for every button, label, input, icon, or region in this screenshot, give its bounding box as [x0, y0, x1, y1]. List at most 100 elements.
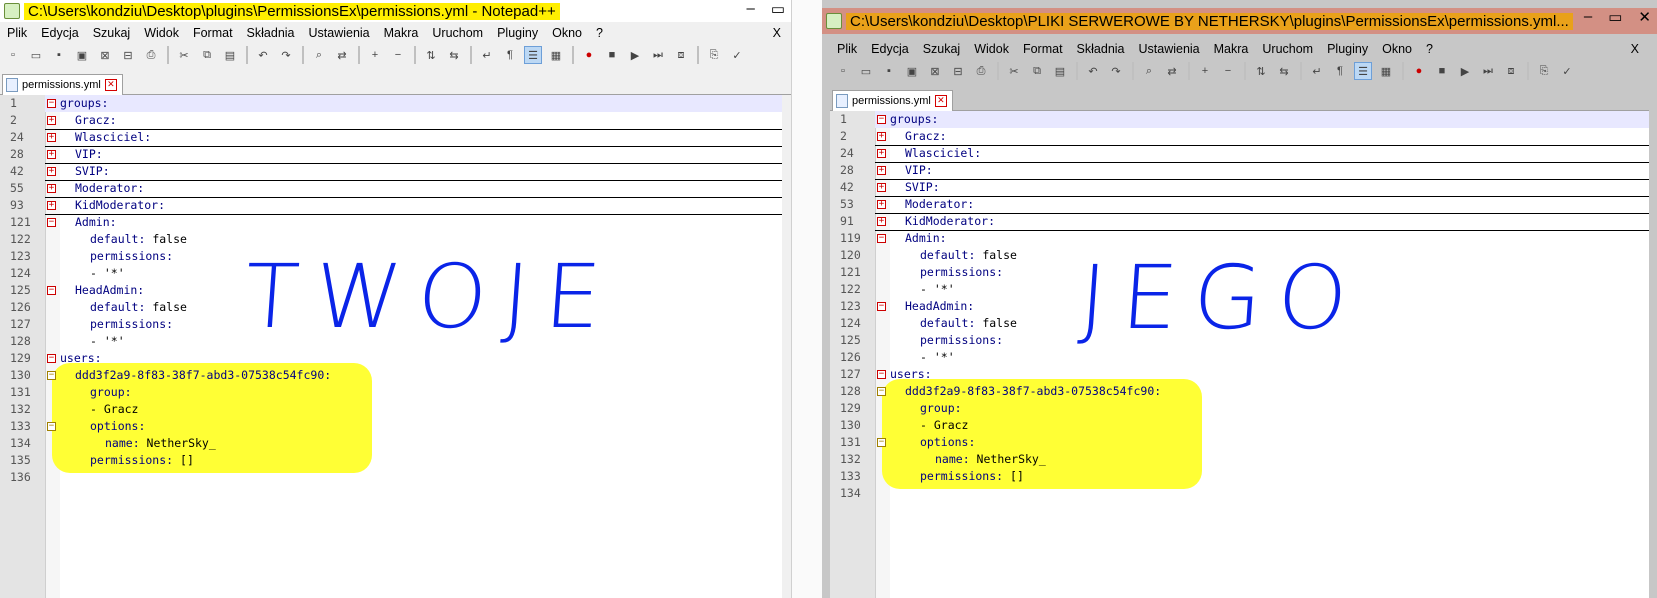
print-icon[interactable]: ⎙: [972, 62, 990, 80]
new-file-icon[interactable]: ▫: [834, 62, 852, 80]
fold-expand-icon[interactable]: +: [47, 184, 56, 193]
close-all-icon[interactable]: ⊟: [949, 62, 967, 80]
zoom-out-icon[interactable]: −: [389, 46, 407, 64]
fold-collapse-icon[interactable]: −: [47, 422, 56, 431]
save-all-icon[interactable]: ▣: [73, 46, 91, 64]
menu-okno[interactable]: Okno: [1375, 42, 1419, 56]
copy-icon[interactable]: ⧉: [198, 46, 216, 64]
code-line[interactable]: 2 + Gracz:: [830, 128, 1649, 146]
code-line[interactable]: 129− users:: [0, 350, 782, 367]
menu-edycja[interactable]: Edycja: [34, 26, 86, 40]
sync-h-icon[interactable]: ⇆: [445, 46, 463, 64]
code-line[interactable]: 121− Admin:: [0, 214, 782, 231]
fold-collapse-icon[interactable]: −: [47, 286, 56, 295]
zoom-in-icon[interactable]: +: [366, 46, 384, 64]
fold-expand-icon[interactable]: +: [877, 132, 886, 141]
code-line[interactable]: 129 group:: [830, 400, 1649, 417]
fold-collapse-icon[interactable]: −: [47, 354, 56, 363]
stop-macro-icon[interactable]: ■: [603, 46, 621, 64]
find-icon[interactable]: ⌕: [1140, 62, 1158, 80]
record-macro-icon[interactable]: ●: [1410, 62, 1428, 80]
menu-okno[interactable]: Okno: [545, 26, 589, 40]
run-macro-icon[interactable]: ⏭: [649, 46, 667, 64]
cut-icon[interactable]: ✂: [1005, 62, 1023, 80]
code-line[interactable]: 136: [0, 469, 782, 486]
fold-collapse-icon[interactable]: −: [47, 371, 56, 380]
save-all-icon[interactable]: ▣: [903, 62, 921, 80]
code-line[interactable]: 126 - '*': [830, 349, 1649, 366]
save-macro-icon[interactable]: ⧈: [1502, 62, 1520, 80]
menu-format[interactable]: Format: [1016, 42, 1070, 56]
code-line[interactable]: 128− ddd3f2a9-8f83-38f7-abd3-07538c54fc90…: [830, 383, 1649, 400]
fold-expand-icon[interactable]: +: [877, 149, 886, 158]
code-line[interactable]: 130 - Gracz: [830, 417, 1649, 434]
close-icon[interactable]: ⊠: [96, 46, 114, 64]
fold-expand-icon[interactable]: +: [47, 150, 56, 159]
save-macro-icon[interactable]: ⧈: [672, 46, 690, 64]
code-line[interactable]: 1− groups:: [830, 111, 1649, 128]
fold-collapse-icon[interactable]: −: [877, 234, 886, 243]
code-line[interactable]: 42 + SVIP:: [830, 179, 1649, 197]
menu-szukaj[interactable]: Szukaj: [916, 42, 968, 56]
code-line[interactable]: 24 + Wlasciciel:: [830, 145, 1649, 163]
paste-icon[interactable]: ▤: [1051, 62, 1069, 80]
menu-pluginy[interactable]: Pluginy: [490, 26, 545, 40]
notepad-window-left[interactable]: C:\Users\kondziu\Desktop\plugins\Permiss…: [0, 0, 791, 598]
code-line[interactable]: 1− groups:: [0, 95, 782, 112]
code-line[interactable]: 93 + KidModerator:: [0, 197, 782, 215]
replace-icon[interactable]: ⇄: [1163, 62, 1181, 80]
find-icon[interactable]: ⌕: [310, 46, 328, 64]
maximize-icon[interactable]: ▭: [1608, 8, 1622, 26]
code-line[interactable]: 131− options:: [830, 434, 1649, 451]
zoom-out-icon[interactable]: −: [1219, 62, 1237, 80]
menu-uruchom[interactable]: Uruchom: [425, 26, 490, 40]
menu-ustawienia[interactable]: Ustawienia: [1132, 42, 1207, 56]
launch-icon[interactable]: ⎘: [705, 46, 723, 64]
code-line[interactable]: 133 permissions: []: [830, 468, 1649, 485]
code-line[interactable]: 119− Admin:: [830, 230, 1649, 247]
close-tab-icon[interactable]: ✕: [934, 95, 947, 107]
code-line[interactable]: 53 + Moderator:: [830, 196, 1649, 214]
fold-expand-icon[interactable]: +: [47, 133, 56, 142]
code-line[interactable]: 132 name: NetherSky_: [830, 451, 1649, 468]
title-bar[interactable]: C:\Users\kondziu\Desktop\plugins\Permiss…: [0, 0, 791, 22]
doc-map-icon[interactable]: ▦: [547, 46, 565, 64]
replace-icon[interactable]: ⇄: [333, 46, 351, 64]
code-line[interactable]: 55 + Moderator:: [0, 180, 782, 198]
play-macro-icon[interactable]: ▶: [626, 46, 644, 64]
record-macro-icon[interactable]: ●: [580, 46, 598, 64]
close-document-button[interactable]: X: [1624, 42, 1649, 56]
fold-collapse-icon[interactable]: −: [877, 438, 886, 447]
fold-expand-icon[interactable]: +: [47, 201, 56, 210]
menu-skladnia[interactable]: Składnia: [240, 26, 302, 40]
close-tab-icon[interactable]: ✕: [104, 79, 117, 91]
menu-ustawienia[interactable]: Ustawienia: [302, 26, 377, 40]
tab-permissions-yml[interactable]: permissions.yml ✕: [2, 74, 123, 95]
wrap-icon[interactable]: ↵: [478, 46, 496, 64]
show-all-chars-icon[interactable]: ¶: [501, 46, 519, 64]
paste-icon[interactable]: ▤: [221, 46, 239, 64]
zoom-in-icon[interactable]: +: [1196, 62, 1214, 80]
fold-collapse-icon[interactable]: −: [877, 302, 886, 311]
save-icon[interactable]: ▪: [880, 62, 898, 80]
stop-macro-icon[interactable]: ■: [1433, 62, 1451, 80]
menu-plik[interactable]: Plik: [0, 26, 34, 40]
wrap-icon[interactable]: ↵: [1308, 62, 1326, 80]
open-file-icon[interactable]: ▭: [857, 62, 875, 80]
code-line[interactable]: 91 + KidModerator:: [830, 213, 1649, 231]
fold-expand-icon[interactable]: +: [877, 217, 886, 226]
run-macro-icon[interactable]: ⏭: [1479, 62, 1497, 80]
code-editor[interactable]: 1− groups: 2 + Gracz: 24 + Wlasciciel: 28 + VIP: 42…: [0, 95, 782, 598]
sync-h-icon[interactable]: ⇆: [1275, 62, 1293, 80]
code-line[interactable]: 134 name: NetherSky_: [0, 435, 782, 452]
fold-collapse-icon[interactable]: −: [47, 99, 56, 108]
close-document-button[interactable]: X: [766, 26, 791, 40]
save-icon[interactable]: ▪: [50, 46, 68, 64]
code-line[interactable]: 24 + Wlasciciel:: [0, 129, 782, 147]
menu-help[interactable]: ?: [589, 26, 610, 40]
cut-icon[interactable]: ✂: [175, 46, 193, 64]
fold-expand-icon[interactable]: +: [47, 167, 56, 176]
sync-v-icon[interactable]: ⇅: [1252, 62, 1270, 80]
menu-widok[interactable]: Widok: [137, 26, 186, 40]
code-line[interactable]: 134: [830, 485, 1649, 502]
